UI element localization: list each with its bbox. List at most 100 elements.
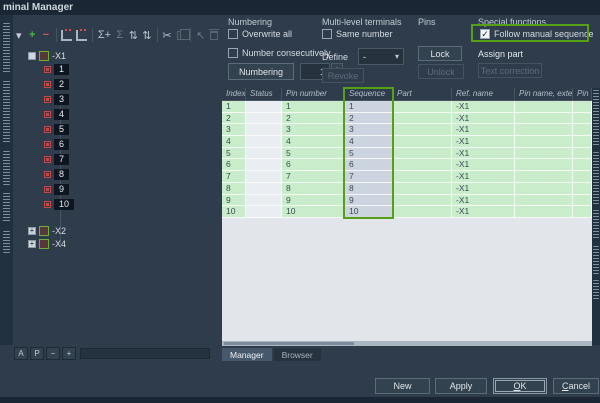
overwrite-all-checkbox[interactable]: Overwrite all [228, 29, 292, 39]
table-row[interactable]: 10 10 10 -X1 [222, 206, 592, 218]
vertical-tab[interactable] [593, 210, 599, 240]
table-cell-sequence[interactable]: 3 [345, 124, 393, 137]
table-cell-status[interactable] [246, 124, 282, 137]
table-cell-pin_name_external[interactable] [515, 136, 573, 148]
add-terminal-icon[interactable]: + [28, 27, 38, 43]
table-cell-ref_name[interactable]: -X1 [452, 206, 515, 218]
follow-manual-sequence-checkbox[interactable]: ✓ Follow manual sequence [480, 29, 594, 39]
table-cell-pin_number[interactable]: 4 [282, 136, 345, 148]
vertical-tab[interactable] [3, 151, 10, 185]
table-cell-status[interactable] [246, 206, 282, 218]
table-cell-part[interactable] [393, 194, 452, 207]
tree-pin-item[interactable]: 6 [44, 138, 70, 150]
unlock-button[interactable]: Unlock [418, 64, 464, 79]
new-button[interactable]: New [375, 378, 430, 394]
table-cell-sequence[interactable]: 7 [345, 171, 393, 183]
table-cell-pin_number[interactable]: 3 [282, 124, 345, 137]
table-cell-pin_name_external[interactable] [515, 171, 573, 183]
number-terminals-reverse-icon[interactable] [76, 27, 89, 43]
table-cell-pin_name_internal[interactable] [573, 101, 592, 113]
table-cell-index[interactable]: 4 [222, 136, 246, 148]
sum-icon[interactable]: Σ [115, 27, 125, 43]
table-cell-pin_name_external[interactable] [515, 206, 573, 218]
vertical-tab[interactable] [593, 152, 599, 204]
table-cell-sequence[interactable]: 9 [345, 194, 393, 207]
table-cell-status[interactable] [246, 136, 282, 148]
table-cell-pin_number[interactable]: 9 [282, 194, 345, 207]
tree-pin-item[interactable]: 1 [44, 63, 70, 75]
table-row[interactable]: 7 7 7 -X1 [222, 171, 592, 183]
table-cell-status[interactable] [246, 101, 282, 113]
table-cell-pin_name_internal[interactable] [573, 112, 592, 125]
tree-pin-item[interactable]: 3 [44, 93, 70, 105]
table-cell-part[interactable] [393, 147, 452, 160]
table-cell-index[interactable]: 2 [222, 112, 246, 125]
column-header-pin-number[interactable]: Pin number [282, 88, 345, 100]
ok-button[interactable]: OK [493, 378, 547, 394]
tree-pin-item[interactable]: 5 [44, 123, 70, 135]
sum-add-icon[interactable]: Σ+ [98, 27, 111, 43]
vertical-tab[interactable] [593, 246, 599, 274]
column-header-part[interactable]: Part [393, 88, 452, 100]
expand-all-button[interactable]: + [62, 346, 76, 360]
table-cell-index[interactable]: 1 [222, 101, 246, 113]
table-cell-index[interactable]: 9 [222, 194, 246, 207]
renumber-options-icon[interactable]: ⇅ [142, 27, 152, 43]
tree-pin-item[interactable]: 10 [44, 198, 75, 210]
table-cell-sequence[interactable]: 8 [345, 182, 393, 195]
table-cell-pin_name_external[interactable] [515, 112, 573, 125]
table-cell-status[interactable] [246, 112, 282, 125]
table-cell-ref_name[interactable]: -X1 [452, 136, 515, 148]
number-consecutively-checkbox[interactable]: Number consecutively [228, 48, 331, 58]
table-cell-pin_number[interactable]: 5 [282, 147, 345, 160]
tree-pin-item[interactable]: 4 [44, 108, 70, 120]
table-cell-pin_name_internal[interactable] [573, 159, 592, 172]
scrollbar-thumb[interactable] [224, 342, 354, 345]
table-cell-pin_name_internal[interactable] [573, 194, 592, 207]
table-cell-ref_name[interactable]: -X1 [452, 101, 515, 113]
table-cell-part[interactable] [393, 112, 452, 125]
table-row[interactable]: 4 4 4 -X1 [222, 136, 592, 148]
cut-icon[interactable]: ✂ [162, 27, 172, 43]
cancel-button[interactable]: Cancel [553, 378, 599, 394]
revoke-button[interactable]: Revoke [322, 68, 364, 83]
table-cell-ref_name[interactable]: -X1 [452, 171, 515, 183]
tree-pin-item[interactable]: 2 [44, 78, 70, 90]
table-cell-index[interactable]: 5 [222, 147, 246, 160]
tree-node-x4[interactable]: + -X4 [28, 238, 66, 250]
table-cell-part[interactable] [393, 182, 452, 195]
table-cell-pin_number[interactable]: 2 [282, 112, 345, 125]
number-terminals-icon[interactable] [61, 27, 74, 43]
column-header-index[interactable]: Index [222, 88, 246, 100]
vertical-tab[interactable] [593, 280, 599, 300]
copy-icon[interactable] [176, 27, 190, 43]
checkbox-box[interactable] [228, 29, 238, 39]
table-cell-index[interactable]: 10 [222, 206, 246, 218]
table-cell-pin_name_internal[interactable] [573, 136, 592, 148]
table-cell-pin_number[interactable]: 10 [282, 206, 345, 218]
table-cell-ref_name[interactable]: -X1 [452, 147, 515, 160]
remove-terminal-icon[interactable]: − [41, 27, 51, 43]
table-cell-pin_number[interactable]: 8 [282, 182, 345, 195]
table-cell-part[interactable] [393, 136, 452, 148]
table-cell-sequence[interactable]: 4 [345, 136, 393, 148]
tree-pin-item[interactable]: 7 [44, 153, 70, 165]
column-header-ref-name[interactable]: Ref. name [452, 88, 515, 100]
table-cell-status[interactable] [246, 147, 282, 160]
pointer-icon[interactable]: ↖ [196, 27, 206, 43]
table-cell-pin_name_internal[interactable] [573, 147, 592, 160]
table-cell-pin_number[interactable]: 6 [282, 159, 345, 172]
assign-part-button[interactable]: Assign part [478, 47, 548, 60]
tree-mode-p-button[interactable]: P [30, 346, 44, 360]
table-row[interactable]: 1 1 1 -X1 [222, 101, 592, 113]
table-cell-pin_name_external[interactable] [515, 147, 573, 160]
table-cell-pin_name_internal[interactable] [573, 124, 592, 137]
table-cell-ref_name[interactable]: -X1 [452, 182, 515, 195]
expand-icon[interactable]: + [28, 227, 36, 235]
column-header-pin-name-external[interactable]: Pin name, external [515, 88, 573, 100]
table-cell-status[interactable] [246, 194, 282, 207]
table-cell-status[interactable] [246, 182, 282, 195]
collapse-all-button[interactable]: − [46, 346, 60, 360]
checkbox-box[interactable] [228, 48, 238, 58]
table-cell-ref_name[interactable]: -X1 [452, 159, 515, 172]
